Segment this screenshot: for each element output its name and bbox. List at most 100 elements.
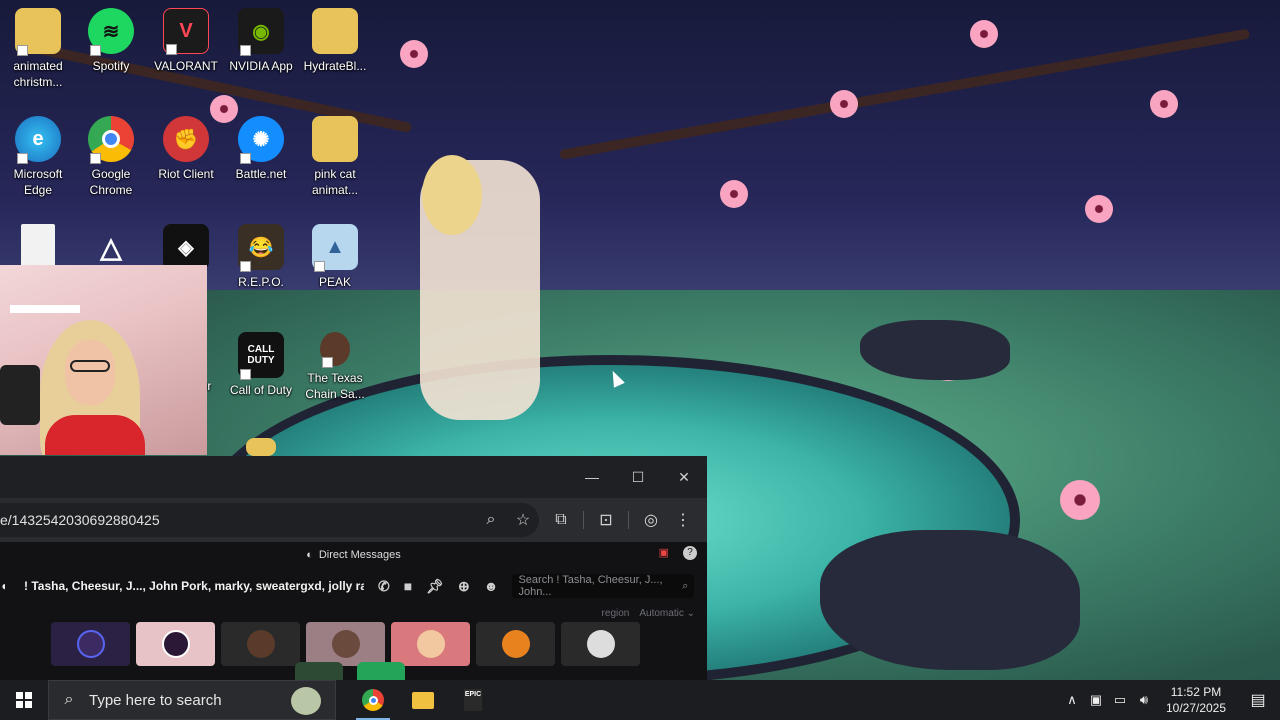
video-call-icon[interactable]: ■ [404, 578, 412, 595]
toolbar-separator [583, 511, 584, 529]
desktop-icon-valorant[interactable]: V VALORANT [148, 8, 224, 74]
dm-section-title: Direct Messages [318, 549, 401, 561]
desktop-icon-file[interactable] [0, 224, 76, 270]
group-dm-icon: ◖ [0, 579, 8, 593]
close-button[interactable]: ✕ [661, 456, 707, 498]
participant-tile[interactable] [561, 622, 640, 666]
desktop-icon-peak[interactable]: ▲ PEAK [297, 224, 373, 290]
wallpaper-rocks [820, 530, 1080, 670]
avatar [586, 630, 615, 658]
desktop-icon-repo[interactable]: 😂 R.E.P.O. [223, 224, 299, 290]
desktop-icon-riot[interactable]: ✊ Riot Client [148, 116, 224, 182]
participant-tile[interactable] [221, 622, 300, 666]
display-icon[interactable]: ▭ [1108, 692, 1132, 708]
desktop-icon-label: VALORANT [154, 59, 218, 73]
valorant-icon: V [163, 8, 209, 55]
volume-icon[interactable]: 🔊︎ [1132, 692, 1156, 708]
discord-app: ◐ Direct Messages ▣ ? ◖ ! Tasha, Cheesur… [0, 542, 707, 680]
desktop-icon-folder-partial[interactable] [223, 438, 299, 456]
extensions-icon[interactable]: ⧉ [545, 504, 577, 536]
menu-kebab-icon[interactable]: ⋮ [667, 504, 699, 536]
search-input[interactable]: Search ! Tasha, Cheesur, J..., John... ⌕ [512, 574, 695, 598]
bookmark-star-icon[interactable]: ☆ [507, 504, 539, 536]
taskbar-chrome[interactable] [348, 680, 398, 720]
participant-tile[interactable] [391, 622, 470, 666]
desktop-icon-call-of-duty[interactable]: CALL DUTY Call of Duty [223, 332, 299, 398]
folder-icon [312, 116, 358, 162]
desktop-icon-label: HydrateBl... [303, 59, 367, 73]
help-icon[interactable]: ? [683, 546, 697, 560]
desktop-icon-prism[interactable]: △ [73, 224, 149, 270]
desktop-icon-hydrate[interactable]: HydrateBl... [297, 8, 373, 74]
chrome-icon [88, 116, 134, 164]
desktop-icon-texas-chainsaw[interactable]: The Texas Chain Sa... [297, 332, 373, 402]
participant-tile[interactable] [51, 622, 130, 666]
desktop-icon-animated-christmas[interactable]: animated christm... [0, 8, 76, 90]
toolbar-separator [628, 511, 629, 529]
region-select[interactable]: Automatic ⌄ [639, 608, 695, 619]
profile-icon[interactable]: ◎ [635, 504, 667, 536]
chrome-icon [362, 689, 384, 711]
clock[interactable]: 11:52 PM 10/27/2025 [1156, 684, 1236, 716]
taskbar-search-box[interactable]: ⌕ Type here to search [48, 680, 336, 720]
desktop-icon-roblox[interactable]: ◈ [148, 224, 224, 270]
channel-header: ◖ ! Tasha, Cheesur, J..., John Pork, mar… [0, 568, 707, 604]
avatar [76, 630, 105, 658]
wallpaper-blossom [720, 180, 748, 208]
zoom-icon[interactable]: ⌕ [475, 504, 507, 536]
pin-icon[interactable]: 📌︎ [426, 578, 444, 595]
dm-header: ◐ Direct Messages ▣ ? [0, 542, 707, 568]
mouse-cursor [607, 368, 625, 388]
webcam-shelf [10, 305, 80, 313]
search-icon: ⌕ [64, 691, 74, 708]
screen-share-icon[interactable]: ▣ [659, 546, 669, 560]
members-icon[interactable]: ☻ [484, 578, 499, 595]
taskbar-epic-games[interactable]: EPIC [448, 680, 498, 720]
desktop-icon-label: Riot Client [158, 167, 214, 181]
desktop-icon-edge[interactable]: e Microsoft Edge [0, 116, 76, 198]
shortcut-arrow-icon [240, 261, 251, 272]
maximize-button[interactable]: ☐ [615, 456, 661, 498]
url-field[interactable]: e/1432542030692880425 ⌕ ☆ [0, 503, 539, 537]
desktop-icon-spotify[interactable]: ≋ Spotify [73, 8, 149, 74]
voice-call-icon[interactable]: ✆ [378, 578, 390, 595]
avatar [246, 630, 275, 658]
network-status-icon[interactable]: ▣ [1084, 692, 1108, 708]
shortcut-arrow-icon [17, 153, 28, 164]
participant-tile[interactable] [306, 622, 385, 666]
avatar [331, 630, 360, 658]
wallpaper-branch [559, 28, 1251, 160]
clock-time: 11:52 PM [1170, 685, 1222, 699]
notification-center-icon[interactable]: ▤ [1236, 690, 1280, 710]
roblox-icon: ◈ [163, 224, 209, 270]
camera-toggle-button[interactable] [295, 662, 343, 680]
file-icon [21, 224, 55, 270]
wallpaper-blossom [830, 90, 858, 118]
shortcut-arrow-icon [90, 45, 101, 56]
shortcut-arrow-icon [17, 45, 28, 56]
tab-search-icon[interactable]: ⊡ [590, 504, 622, 536]
region-value: Automatic [639, 607, 684, 619]
desktop-icon-chrome[interactable]: Google Chrome [73, 116, 149, 198]
desktop-icon-label: Battle.net [235, 167, 287, 181]
join-call-button[interactable] [357, 662, 405, 680]
call-controls [295, 662, 405, 680]
wallpaper-blossom [1150, 90, 1178, 118]
avatar [161, 630, 190, 658]
show-hidden-icons-chevron-icon[interactable]: ∧ [1060, 692, 1084, 708]
webcam-person-face [65, 340, 115, 405]
desktop-icon-nvidia[interactable]: ◉ NVIDIA App [223, 8, 299, 74]
participant-tile[interactable] [476, 622, 555, 666]
discord-icon: ◐ [306, 549, 313, 561]
avatar [416, 630, 445, 658]
start-button[interactable] [0, 680, 48, 720]
add-friend-icon[interactable]: ⊕ [458, 578, 470, 595]
url-text: e/1432542030692880425 [0, 512, 160, 528]
minimize-button[interactable]: — [569, 456, 615, 498]
participant-tile[interactable] [136, 622, 215, 666]
spotify-icon: ≋ [88, 8, 134, 56]
desktop-icon-battlenet[interactable]: ✺ Battle.net [223, 116, 299, 182]
taskbar-file-explorer[interactable] [398, 680, 448, 720]
folder-icon [15, 8, 61, 56]
desktop-icon-pink-cat[interactable]: pink cat animat... [297, 116, 373, 198]
